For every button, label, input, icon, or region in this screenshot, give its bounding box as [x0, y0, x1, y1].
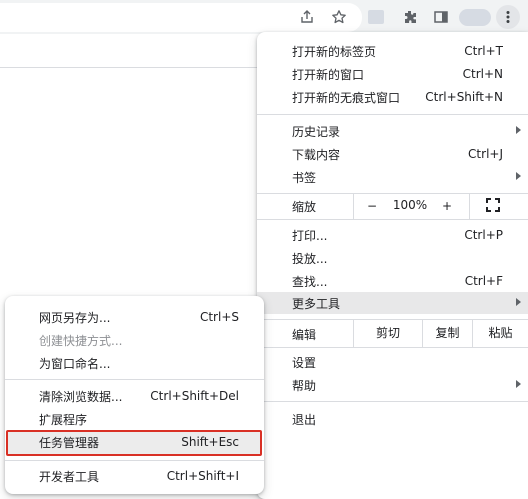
- menu-item-create-shortcut: 创建快捷方式...: [5, 329, 264, 351]
- zoom-divider: [469, 193, 470, 219]
- menu-item-label: 更多工具: [292, 296, 341, 311]
- menu-item-exit[interactable]: 退出: [257, 408, 528, 430]
- menu-item-label: 创建快捷方式...: [39, 333, 123, 348]
- submenu-arrow-icon: [516, 380, 521, 388]
- menu-item-extensions[interactable]: 扩展程序: [5, 408, 264, 430]
- menu-item-label: 下载内容: [292, 147, 341, 162]
- main-menu: 打开新的标签页 Ctrl+T 打开新的窗口 Ctrl+N 打开新的无痕式窗口 C…: [257, 32, 528, 499]
- fullscreen-icon[interactable]: [486, 198, 504, 214]
- menu-item-label: 书签: [292, 170, 317, 185]
- menu-item-incognito[interactable]: 打开新的无痕式窗口 Ctrl+Shift+N: [257, 86, 528, 108]
- menu-item-history[interactable]: 历史记录: [257, 120, 528, 142]
- shortcut-label: Ctrl+Shift+Del: [150, 389, 239, 403]
- menu-item-label: 查找...: [292, 274, 328, 289]
- menu-item-label: 打印...: [292, 228, 328, 243]
- star-icon[interactable]: [327, 5, 351, 29]
- zoom-in-button[interactable]: +: [436, 197, 458, 215]
- page-divider: [0, 67, 258, 68]
- menu-item-label: 打开新的窗口: [292, 67, 365, 82]
- menu-separator: [5, 379, 264, 380]
- blurred-extension-icon[interactable]: [368, 10, 384, 24]
- submenu-arrow-icon: [516, 298, 521, 306]
- menu-separator: [257, 114, 528, 115]
- zoom-level: 100%: [392, 198, 428, 212]
- menu-item-help[interactable]: 帮助: [257, 374, 528, 396]
- zoom-label: 缩放: [292, 200, 317, 214]
- shortcut-label: Ctrl+N: [462, 67, 503, 81]
- submenu-arrow-icon: [516, 172, 521, 180]
- menu-item-label: 扩展程序: [39, 412, 88, 427]
- menu-separator: [257, 401, 528, 402]
- menu-item-cast[interactable]: 投放...: [257, 247, 528, 269]
- cut-button[interactable]: 剪切: [354, 319, 422, 347]
- menu-item-label: 为窗口命名...: [39, 356, 111, 371]
- menu-item-new-tab[interactable]: 打开新的标签页 Ctrl+T: [257, 40, 528, 62]
- shortcut-label: Ctrl+F: [464, 274, 503, 288]
- zoom-row: 缩放 − 100% +: [257, 193, 528, 219]
- menu-item-settings[interactable]: 设置: [257, 351, 528, 373]
- menu-item-label: 帮助: [292, 378, 317, 393]
- menu-item-find[interactable]: 查找... Ctrl+F: [257, 270, 528, 292]
- menu-item-bookmarks[interactable]: 书签: [257, 166, 528, 188]
- menu-item-save-page[interactable]: 网页另存为... Ctrl+S: [5, 306, 264, 328]
- shortcut-label: Ctrl+J: [468, 147, 503, 161]
- menu-item-label: 任务管理器: [39, 435, 100, 450]
- browser-toolbar: [0, 0, 528, 34]
- shortcut-label: Ctrl+Shift+N: [425, 90, 503, 104]
- menu-item-more-tools[interactable]: 更多工具: [257, 292, 528, 314]
- side-panel-icon[interactable]: [429, 5, 453, 29]
- avatar[interactable]: [459, 9, 491, 26]
- shortcut-label: Ctrl+T: [464, 44, 503, 58]
- menu-item-label: 设置: [292, 355, 317, 370]
- shortcut-label: Ctrl+S: [199, 310, 239, 324]
- menu-item-label: 打开新的标签页: [292, 44, 377, 59]
- paste-button[interactable]: 粘贴: [473, 319, 528, 347]
- edit-row: 编辑 剪切 复制 粘贴: [257, 319, 528, 347]
- menu-item-label: 投放...: [292, 251, 328, 266]
- menu-separator: [5, 460, 264, 461]
- menu-separator: [257, 219, 528, 220]
- more-vert-icon[interactable]: [496, 5, 520, 29]
- shortcut-label: Shift+Esc: [181, 435, 239, 449]
- menu-item-new-window[interactable]: 打开新的窗口 Ctrl+N: [257, 63, 528, 85]
- menu-item-label: 历史记录: [292, 124, 341, 139]
- share-icon[interactable]: [295, 5, 319, 29]
- copy-button[interactable]: 复制: [423, 319, 472, 347]
- zoom-out-button[interactable]: −: [361, 197, 383, 215]
- menu-item-dev-tools[interactable]: 开发者工具 Ctrl+Shift+I: [5, 465, 264, 487]
- menu-item-label: 打开新的无痕式窗口: [292, 90, 401, 105]
- menu-item-label: 开发者工具: [39, 469, 100, 484]
- submenu-arrow-icon: [516, 126, 521, 134]
- menu-separator: [257, 347, 528, 348]
- shortcut-label: Ctrl+P: [464, 228, 503, 242]
- menu-item-print[interactable]: 打印... Ctrl+P: [257, 224, 528, 246]
- menu-item-clear-data[interactable]: 清除浏览数据... Ctrl+Shift+Del: [5, 385, 264, 407]
- shortcut-label: Ctrl+Shift+I: [166, 469, 239, 483]
- menu-item-label: 网页另存为...: [39, 310, 111, 325]
- menu-item-task-manager[interactable]: 任务管理器 Shift+Esc: [5, 431, 264, 453]
- zoom-divider: [353, 193, 354, 219]
- menu-item-downloads[interactable]: 下载内容 Ctrl+J: [257, 143, 528, 165]
- more-tools-submenu: 网页另存为... Ctrl+S 创建快捷方式... 为窗口命名... 清除浏览数…: [5, 296, 264, 494]
- edit-label: 编辑: [292, 328, 317, 342]
- extensions-icon[interactable]: [398, 5, 422, 29]
- menu-item-name-window[interactable]: 为窗口命名...: [5, 352, 264, 374]
- menu-item-label: 清除浏览数据...: [39, 389, 123, 404]
- menu-item-label: 退出: [292, 412, 317, 427]
